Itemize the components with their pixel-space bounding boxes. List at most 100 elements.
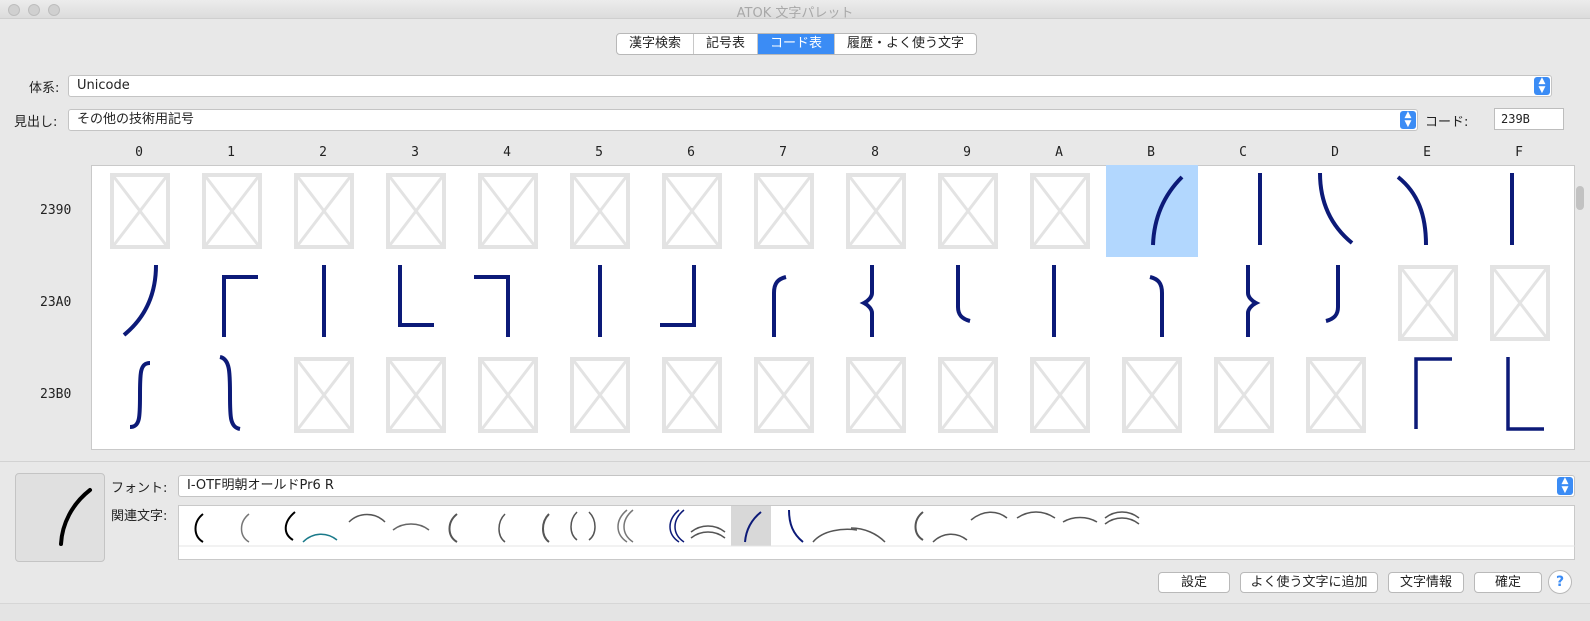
font-stepper-icon[interactable]: ▲ ▼ bbox=[1557, 477, 1573, 495]
glyph-cell[interactable] bbox=[1474, 165, 1566, 257]
missing-glyph-icon bbox=[570, 357, 630, 433]
column-header: 3 bbox=[411, 145, 419, 160]
horizontal-line-extension-icon bbox=[219, 355, 241, 431]
related-characters bbox=[178, 505, 1576, 560]
glyph-cell[interactable] bbox=[186, 349, 278, 441]
glyph-cell[interactable] bbox=[554, 165, 646, 257]
glyph-cell[interactable] bbox=[1106, 349, 1198, 441]
settings-button[interactable]: 設定 bbox=[1158, 572, 1230, 593]
glyph-cell[interactable] bbox=[370, 257, 462, 349]
glyph-cell[interactable] bbox=[1382, 349, 1474, 441]
glyph-cell[interactable] bbox=[278, 165, 370, 257]
glyph-cell[interactable] bbox=[462, 165, 554, 257]
right-bracket-lower-corner-icon bbox=[660, 265, 696, 327]
add-favorite-button[interactable]: よく使う文字に追加 bbox=[1240, 572, 1378, 593]
missing-glyph-icon bbox=[1030, 173, 1090, 249]
glyph-cell[interactable] bbox=[1382, 165, 1474, 257]
glyph-cell[interactable] bbox=[1198, 257, 1290, 349]
glyph-cell[interactable] bbox=[646, 349, 738, 441]
status-bar bbox=[0, 603, 1590, 621]
tab-symbol-table[interactable]: 記号表 bbox=[694, 34, 759, 54]
heading-label: 見出し: bbox=[14, 115, 58, 130]
column-header: 2 bbox=[319, 145, 327, 160]
tab-code-table[interactable]: コード表 bbox=[758, 34, 836, 54]
glyph-cell[interactable] bbox=[1290, 257, 1382, 349]
help-button[interactable]: ? bbox=[1548, 570, 1572, 594]
column-header: 5 bbox=[595, 145, 603, 160]
glyph-cell[interactable] bbox=[370, 349, 462, 441]
heading-select[interactable]: その他の技術用記号 ▲ ▼ bbox=[68, 109, 1418, 131]
column-header: C bbox=[1239, 145, 1247, 160]
glyph-cell[interactable] bbox=[462, 257, 554, 349]
glyph-cell[interactable] bbox=[1106, 257, 1198, 349]
glyph-cell[interactable] bbox=[278, 257, 370, 349]
tab-history[interactable]: 履歴・よく使う文字 bbox=[835, 34, 976, 54]
system-select[interactable]: Unicode ▲ ▼ bbox=[68, 75, 1552, 97]
glyph-cell[interactable] bbox=[94, 257, 186, 349]
code-input[interactable]: 239B bbox=[1494, 108, 1564, 130]
system-stepper-icon[interactable]: ▲ ▼ bbox=[1534, 77, 1550, 95]
heading-stepper-icon[interactable]: ▲ ▼ bbox=[1400, 111, 1416, 129]
glyph-cell[interactable] bbox=[830, 257, 922, 349]
glyph-cell[interactable] bbox=[94, 349, 186, 441]
glyph-cell[interactable] bbox=[186, 165, 278, 257]
glyph-cell[interactable] bbox=[738, 165, 830, 257]
glyph-cell[interactable] bbox=[1382, 257, 1474, 349]
system-label: 体系: bbox=[29, 81, 60, 96]
missing-glyph-icon bbox=[662, 357, 722, 433]
glyph-cell[interactable] bbox=[738, 257, 830, 349]
missing-glyph-icon bbox=[938, 357, 998, 433]
glyph-cell[interactable] bbox=[830, 349, 922, 441]
right-paren-upper-hook-icon bbox=[1396, 175, 1428, 246]
grid-scrollbar[interactable] bbox=[1576, 186, 1584, 210]
glyph-cell[interactable] bbox=[1106, 165, 1198, 257]
glyph-cell[interactable] bbox=[554, 349, 646, 441]
left-paren-lower-hook-icon bbox=[1318, 172, 1354, 245]
missing-glyph-icon bbox=[1306, 357, 1366, 433]
glyph-cell[interactable] bbox=[1290, 165, 1382, 257]
row-header: 2390 bbox=[40, 203, 72, 218]
missing-glyph-icon bbox=[1030, 357, 1090, 433]
missing-glyph-icon bbox=[570, 173, 630, 249]
char-info-button[interactable]: 文字情報 bbox=[1388, 572, 1464, 593]
column-header: B bbox=[1147, 145, 1155, 160]
glyph-cell[interactable] bbox=[646, 165, 738, 257]
glyph-cell[interactable] bbox=[1014, 257, 1106, 349]
glyph-cell[interactable] bbox=[1474, 349, 1566, 441]
row-header: 23A0 bbox=[40, 295, 72, 310]
glyph-cell[interactable] bbox=[278, 349, 370, 441]
tab-kanji-search[interactable]: 漢字検索 bbox=[617, 34, 695, 54]
missing-glyph-icon bbox=[110, 173, 170, 249]
missing-glyph-icon bbox=[1214, 357, 1274, 433]
left-bracket-lower-corner-icon bbox=[398, 265, 434, 327]
missing-glyph-icon bbox=[662, 173, 722, 249]
glyph-cell[interactable] bbox=[1198, 165, 1290, 257]
glyph-cell[interactable] bbox=[1014, 349, 1106, 441]
glyph-cell[interactable] bbox=[1198, 349, 1290, 441]
missing-glyph-icon bbox=[846, 357, 906, 433]
glyph-cell[interactable] bbox=[462, 349, 554, 441]
related-label: 関連文字: bbox=[111, 509, 168, 524]
glyph-cell[interactable] bbox=[830, 165, 922, 257]
right-bracket-extension-icon bbox=[598, 265, 602, 337]
glyph-cell[interactable] bbox=[1474, 257, 1566, 349]
column-header: A bbox=[1055, 145, 1063, 160]
missing-glyph-icon bbox=[294, 173, 354, 249]
glyph-cell[interactable] bbox=[1290, 349, 1382, 441]
glyph-cell[interactable] bbox=[186, 257, 278, 349]
glyph-cell[interactable] bbox=[738, 349, 830, 441]
right-brace-middle-piece-icon bbox=[1246, 265, 1261, 337]
glyph-cell[interactable] bbox=[922, 257, 1014, 349]
glyph-cell[interactable] bbox=[922, 165, 1014, 257]
glyph-cell[interactable] bbox=[1014, 165, 1106, 257]
glyph-cell[interactable] bbox=[554, 257, 646, 349]
glyph-cell[interactable] bbox=[94, 165, 186, 257]
column-header: 8 bbox=[871, 145, 879, 160]
left-bracket-extension-icon bbox=[322, 265, 326, 337]
confirm-button[interactable]: 確定 bbox=[1474, 572, 1542, 593]
glyph-cell[interactable] bbox=[370, 165, 462, 257]
font-select[interactable]: I-OTF明朝オールドPr6 R ▲ ▼ bbox=[178, 475, 1575, 497]
missing-glyph-icon bbox=[386, 173, 446, 249]
glyph-cell[interactable] bbox=[922, 349, 1014, 441]
glyph-cell[interactable] bbox=[646, 257, 738, 349]
